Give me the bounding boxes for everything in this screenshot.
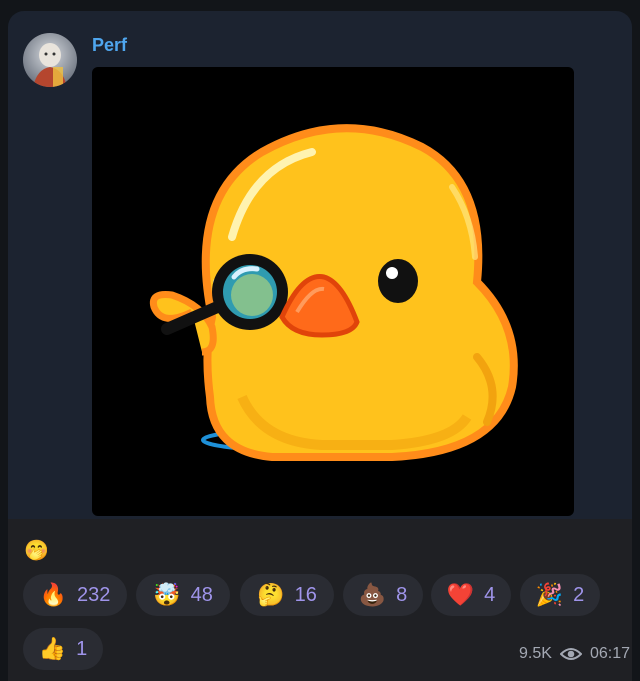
poop-icon: 💩	[358, 582, 387, 607]
party-popper-icon: 🎉	[535, 582, 564, 607]
reaction-count: 232	[77, 583, 111, 606]
reaction-party[interactable]: 🎉 2	[520, 574, 600, 616]
view-count: 9.5K	[519, 645, 552, 662]
thinking-face-icon: 🤔	[257, 582, 285, 607]
reaction-count: 48	[190, 583, 213, 606]
channel-post[interactable]: Perf 🤭 🔥 232 🤯 48 🤔 16 💩 8 ❤️ 4 🎉 2 👍 1	[8, 11, 632, 681]
post-meta: 9.5K 06:17	[519, 645, 630, 663]
sender-name[interactable]: Perf	[92, 35, 127, 56]
reaction-thinking[interactable]: 🤔 16	[240, 574, 334, 616]
reaction-count: 1	[76, 637, 88, 660]
reaction-count: 16	[294, 583, 317, 606]
post-time: 06:17	[589, 645, 630, 662]
avatar[interactable]	[23, 33, 77, 87]
reaction-count: 8	[396, 583, 408, 606]
duck-sticker[interactable]	[92, 67, 574, 516]
reaction-thumbs-up[interactable]: 👍 1	[23, 628, 103, 670]
reaction-exploding-head[interactable]: 🤯 48	[136, 574, 230, 616]
thumbs-up-icon: 👍	[38, 636, 67, 661]
eye-icon	[559, 648, 582, 660]
reaction-heart[interactable]: ❤️ 4	[431, 574, 511, 616]
reaction-count: 4	[484, 583, 496, 606]
exploding-head-icon: 🤯	[153, 582, 181, 607]
reaction-poop[interactable]: 💩 8	[343, 574, 423, 616]
caption-emoji: 🤭	[24, 538, 49, 562]
fire-icon: 🔥	[39, 582, 68, 607]
heart-icon: ❤️	[446, 582, 475, 607]
reaction-count: 2	[573, 583, 585, 606]
reaction-fire[interactable]: 🔥 232	[23, 574, 127, 616]
